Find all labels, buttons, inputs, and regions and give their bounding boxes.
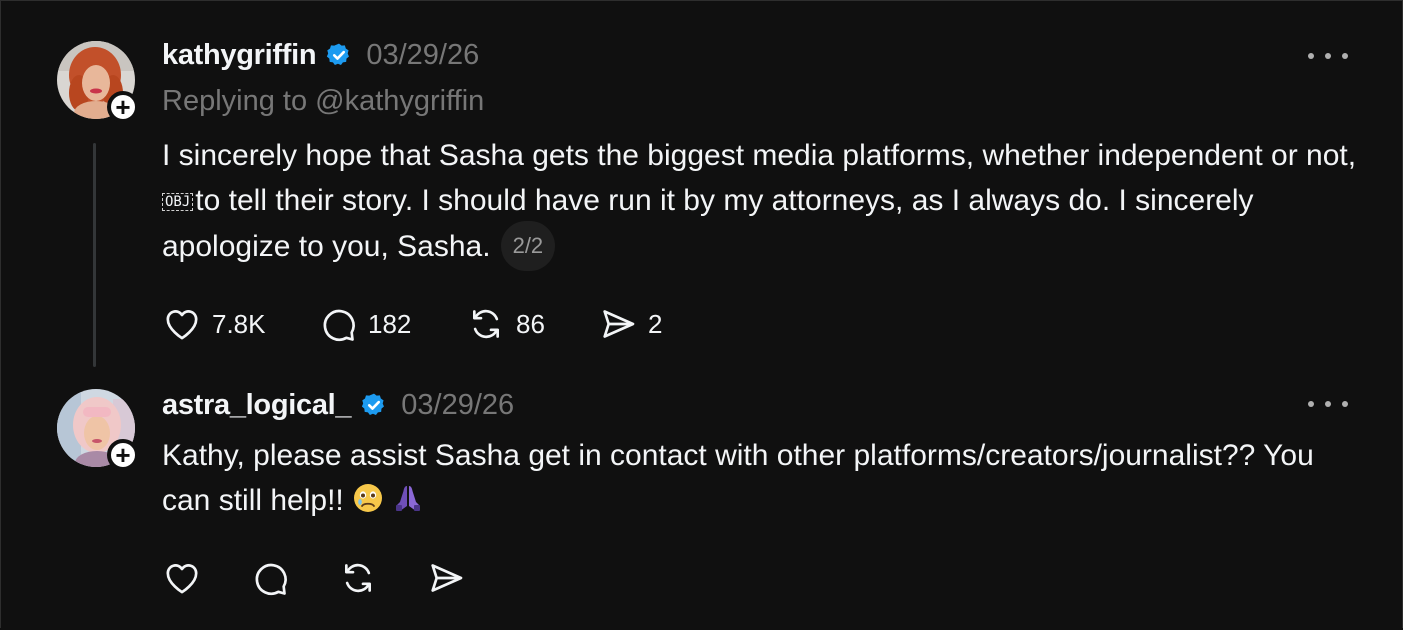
folded-hands-icon: [395, 486, 420, 511]
repost-count: 86: [516, 308, 545, 339]
comment-icon: [323, 309, 355, 341]
crying-face-icon: [353, 484, 382, 512]
comment-button[interactable]: [250, 558, 338, 598]
thread-connector-line: [93, 143, 96, 367]
action-bar: 7.8K 182 86 2: [162, 303, 662, 345]
post-timestamp[interactable]: 03/29/26: [401, 389, 514, 422]
post-text: I sincerely hope that Sasha gets the big…: [162, 133, 1362, 273]
post-timestamp[interactable]: 03/29/26: [366, 39, 479, 72]
heart-icon: [166, 564, 198, 594]
share-button[interactable]: [426, 558, 466, 598]
avatar-container[interactable]: +: [57, 41, 139, 123]
comment-count: 182: [368, 308, 412, 339]
action-bar: [162, 557, 466, 599]
repost-button[interactable]: 86: [466, 304, 598, 344]
verified-badge-icon: [362, 393, 385, 415]
post-text-part-2: to tell their story. I should have run i…: [162, 184, 1254, 263]
post-text-part-1: I sincerely hope that Sasha gets the big…: [162, 139, 1357, 172]
thread-count-badge: 2/2: [500, 221, 556, 271]
post-kathygriffin: + kathygriffin 03/29/26 Replying to @kat…: [1, 1, 1402, 371]
like-count: 7.8K: [212, 308, 266, 339]
more-options-icon[interactable]: [1308, 394, 1348, 414]
heart-icon: [166, 310, 198, 340]
comment-icon: [255, 563, 287, 595]
post-header: astra_logical_ 03/29/26: [162, 385, 514, 425]
repost-icon: [345, 563, 371, 593]
send-icon: [431, 564, 463, 592]
post-astra-logical: + astra_logical_ 03/29/26 Kathy, please …: [1, 371, 1402, 630]
avatar-container[interactable]: +: [57, 389, 139, 471]
verified-badge-icon: [327, 43, 350, 65]
repost-button[interactable]: [338, 558, 426, 598]
more-options-icon[interactable]: [1308, 46, 1348, 66]
like-button[interactable]: 7.8K: [162, 304, 318, 344]
repost-icon: [473, 309, 499, 339]
username[interactable]: kathygriffin: [162, 39, 317, 72]
post-header: kathygriffin 03/29/26: [162, 35, 479, 75]
post-text-content: Kathy, please assist Sasha get in contac…: [162, 439, 1314, 517]
send-icon: [603, 310, 635, 338]
replying-to-label[interactable]: Replying to @kathygriffin: [162, 85, 484, 118]
thread-container: + kathygriffin 03/29/26 Replying to @kat…: [0, 0, 1403, 628]
username[interactable]: astra_logical_: [162, 389, 352, 422]
post-text: Kathy, please assist Sasha get in contac…: [162, 433, 1362, 523]
follow-plus-icon[interactable]: +: [107, 439, 139, 471]
follow-plus-icon[interactable]: +: [107, 91, 139, 123]
like-button[interactable]: [162, 558, 250, 598]
share-count: 2: [648, 308, 663, 339]
comment-button[interactable]: 182: [318, 304, 466, 344]
object-placeholder-icon: OBJ: [162, 193, 194, 212]
share-button[interactable]: 2: [598, 304, 662, 344]
